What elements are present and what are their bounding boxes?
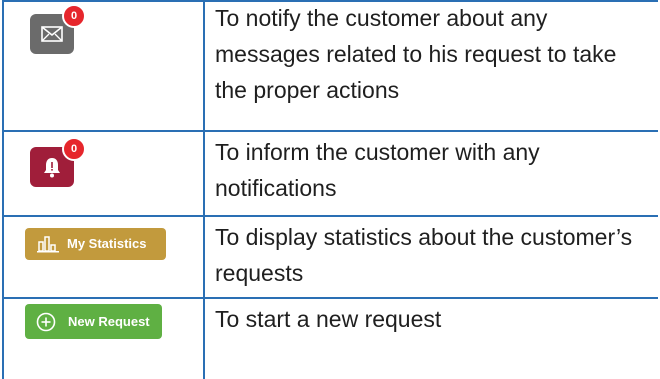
envelope-icon bbox=[41, 26, 63, 42]
my-statistics-button[interactable]: My Statistics bbox=[25, 228, 166, 260]
row-divider bbox=[2, 215, 658, 217]
notifications-description: To inform the customer with any notifica… bbox=[215, 139, 540, 201]
new-request-description: To start a new request bbox=[215, 306, 442, 332]
new-request-button[interactable]: New Request bbox=[25, 304, 162, 339]
messages-count-badge: 0 bbox=[62, 4, 86, 28]
icon-description-table: 0 To notify the customer about any messa… bbox=[0, 0, 660, 379]
column-divider bbox=[203, 0, 205, 379]
messages-description: To notify the customer about any message… bbox=[215, 5, 617, 103]
my-statistics-label: My Statistics bbox=[67, 236, 147, 251]
bell-icon bbox=[44, 158, 60, 178]
row-divider bbox=[2, 130, 658, 132]
notifications-count-badge: 0 bbox=[62, 137, 86, 161]
row-divider bbox=[2, 297, 658, 299]
new-request-label: New Request bbox=[68, 314, 150, 329]
bar-chart-icon bbox=[37, 236, 59, 253]
plus-circle-icon bbox=[36, 312, 56, 332]
statistics-description: To display statistics about the customer… bbox=[215, 224, 633, 286]
table-border-left bbox=[2, 0, 4, 379]
